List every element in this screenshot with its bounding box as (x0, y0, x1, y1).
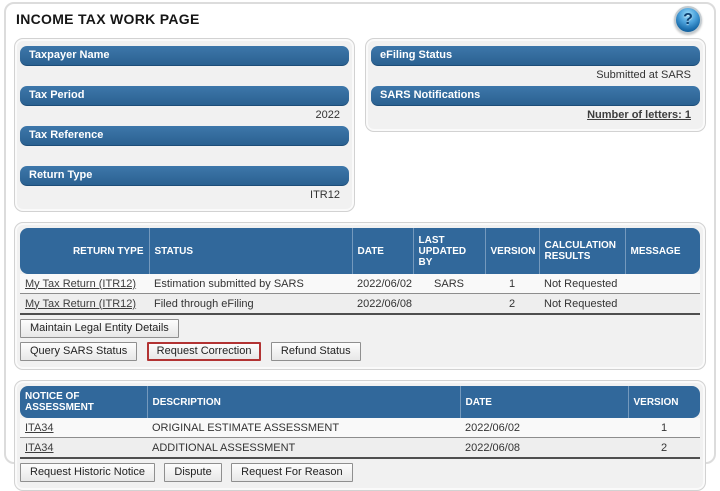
request-correction-button[interactable]: Request Correction (147, 342, 262, 361)
title-bar: INCOME TAX WORK PAGE ? (6, 4, 714, 32)
notices-row-1-version: 1 (628, 418, 700, 438)
maintain-legal-entity-details-button[interactable]: Maintain Legal Entity Details (20, 319, 179, 338)
notices-row-2-date: 2022/06/08 (460, 438, 628, 459)
returns-header-status: STATUS (149, 228, 352, 274)
returns-row-2: My Tax Return (ITR12) Filed through eFil… (20, 294, 700, 315)
returns-header-return-type: RETURN TYPE (20, 228, 149, 274)
returns-row-1: My Tax Return (ITR12) Estimation submitt… (20, 274, 700, 294)
notices-header-description: DESCRIPTION (147, 386, 460, 418)
efiling-status-panel: eFiling Status Submitted at SARS SARS No… (365, 38, 706, 132)
returns-header-message: MESSAGE (625, 228, 700, 274)
number-of-letters-link[interactable]: Number of letters: 1 (371, 106, 700, 124)
page-title: INCOME TAX WORK PAGE (6, 4, 714, 27)
returns-panel: RETURN TYPE STATUS DATE LAST UPDATED BY … (14, 222, 706, 370)
income-tax-work-page: INCOME TAX WORK PAGE ? Taxpayer Name Tax… (4, 2, 716, 464)
returns-row-1-date: 2022/06/02 (352, 274, 413, 294)
returns-row-2-message (625, 294, 700, 315)
returns-row-2-status: Filed through eFiling (149, 294, 352, 315)
field-label-return-type: Return Type (20, 166, 349, 186)
field-value-tax-reference (20, 146, 349, 164)
returns-header-last-updated-by: LAST UPDATED BY (413, 228, 485, 274)
my-tax-return-link-2[interactable]: My Tax Return (ITR12) (25, 298, 136, 310)
returns-table: RETURN TYPE STATUS DATE LAST UPDATED BY … (20, 228, 700, 315)
summary-section: Taxpayer Name Tax Period 2022 Tax Refere… (14, 38, 706, 212)
notices-row-1-description: ORIGINAL ESTIMATE ASSESSMENT (147, 418, 460, 438)
notices-row-2: ITA34 ADDITIONAL ASSESSMENT 2022/06/08 2 (20, 438, 700, 459)
returns-row-1-version: 1 (485, 274, 539, 294)
notices-header-row: NOTICE OF ASSESSMENT DESCRIPTION DATE VE… (20, 386, 700, 418)
returns-buttons-row-1: Maintain Legal Entity Details (20, 318, 700, 338)
returns-buttons-row-2: Query SARS Status Request Correction Ref… (20, 341, 700, 361)
notices-row-2-description: ADDITIONAL ASSESSMENT (147, 438, 460, 459)
returns-row-1-calculation-results: Not Requested (539, 274, 625, 294)
returns-row-1-message (625, 274, 700, 294)
my-tax-return-link-1[interactable]: My Tax Return (ITR12) (25, 278, 136, 290)
returns-row-2-date: 2022/06/08 (352, 294, 413, 315)
ita34-link-2[interactable]: ITA34 (25, 442, 54, 454)
ita34-link-1[interactable]: ITA34 (25, 422, 54, 434)
returns-header-row: RETURN TYPE STATUS DATE LAST UPDATED BY … (20, 228, 700, 274)
notices-header-date: DATE (460, 386, 628, 418)
field-value-efiling-status: Submitted at SARS (371, 66, 700, 84)
notices-row-1: ITA34 ORIGINAL ESTIMATE ASSESSMENT 2022/… (20, 418, 700, 438)
taxpayer-details-panel: Taxpayer Name Tax Period 2022 Tax Refere… (14, 38, 355, 212)
notices-panel: NOTICE OF ASSESSMENT DESCRIPTION DATE VE… (14, 380, 706, 491)
notices-row-1-date: 2022/06/02 (460, 418, 628, 438)
query-sars-status-button[interactable]: Query SARS Status (20, 342, 137, 361)
refund-status-button[interactable]: Refund Status (271, 342, 361, 361)
returns-row-1-status: Estimation submitted by SARS (149, 274, 352, 294)
field-label-tax-reference: Tax Reference (20, 126, 349, 146)
field-value-return-type: ITR12 (20, 186, 349, 204)
notices-row-2-version: 2 (628, 438, 700, 459)
notices-header-version: VERSION (628, 386, 700, 418)
returns-header-version: VERSION (485, 228, 539, 274)
notices-buttons-row: Request Historic Notice Dispute Request … (20, 462, 700, 482)
returns-header-date: DATE (352, 228, 413, 274)
notices-header-notice-of-assessment: NOTICE OF ASSESSMENT (20, 386, 147, 418)
field-label-sars-notifications: SARS Notifications (371, 86, 700, 106)
field-label-efiling-status: eFiling Status (371, 46, 700, 66)
returns-row-2-version: 2 (485, 294, 539, 315)
returns-row-2-calculation-results: Not Requested (539, 294, 625, 315)
field-value-taxpayer-name (20, 66, 349, 84)
notices-table: NOTICE OF ASSESSMENT DESCRIPTION DATE VE… (20, 386, 700, 459)
field-value-tax-period: 2022 (20, 106, 349, 124)
field-label-tax-period: Tax Period (20, 86, 349, 106)
returns-row-2-last-updated-by (413, 294, 485, 315)
returns-header-calculation-results: CALCULATION RESULTS (539, 228, 625, 274)
returns-row-1-last-updated-by: SARS (413, 274, 485, 294)
field-label-taxpayer-name: Taxpayer Name (20, 46, 349, 66)
help-icon[interactable]: ? (674, 6, 702, 34)
